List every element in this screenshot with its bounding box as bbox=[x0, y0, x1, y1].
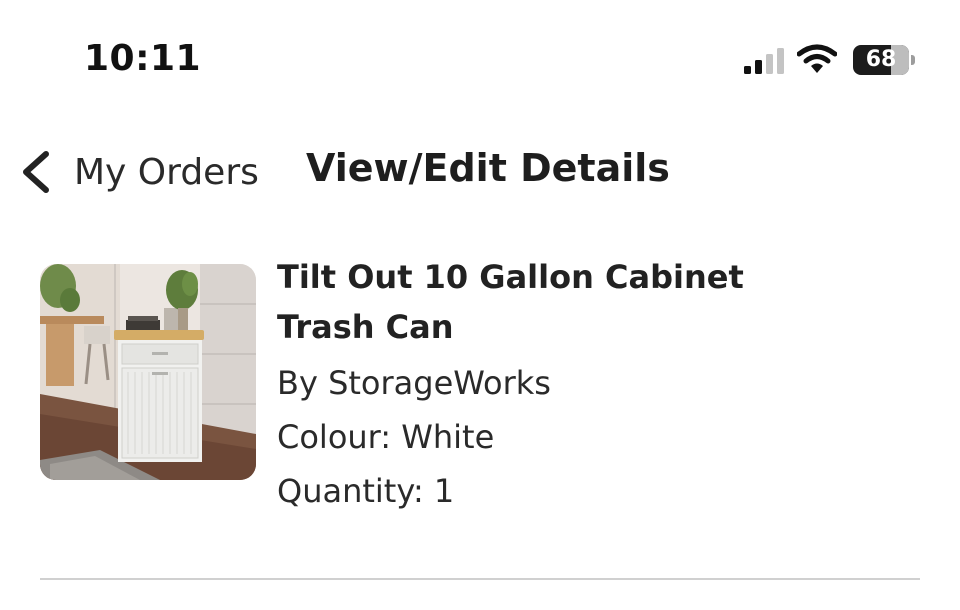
section-divider bbox=[40, 578, 920, 580]
product-colour: Colour: White bbox=[277, 418, 495, 456]
back-label: My Orders bbox=[74, 151, 259, 193]
product-image[interactable] bbox=[40, 264, 256, 480]
status-bar-time: 10:11 bbox=[84, 38, 202, 79]
product-quantity: Quantity: 1 bbox=[277, 472, 455, 510]
wifi-icon bbox=[797, 44, 837, 73]
chevron-left-icon bbox=[23, 151, 49, 193]
product-title-line-2[interactable]: Trash Can bbox=[277, 302, 937, 352]
page-title: View/Edit Details bbox=[306, 146, 670, 190]
product-photo bbox=[40, 264, 256, 480]
back-button[interactable]: My Orders bbox=[18, 140, 259, 204]
product-brand: By StorageWorks bbox=[277, 364, 551, 402]
battery-level: 68 bbox=[865, 47, 897, 72]
battery-icon: 68 bbox=[853, 45, 909, 75]
battery-cap bbox=[911, 55, 915, 65]
product-info: Tilt Out 10 Gallon Cabinet Trash Can By … bbox=[277, 252, 937, 518]
product-title-line-1[interactable]: Tilt Out 10 Gallon Cabinet bbox=[277, 252, 937, 302]
cellular-signal-icon bbox=[744, 48, 784, 74]
